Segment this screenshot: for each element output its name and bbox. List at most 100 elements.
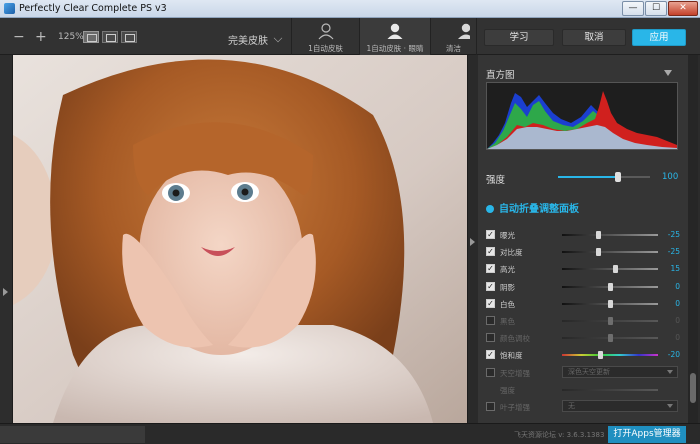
adjustment-row: ✓ 曝光 -25 xyxy=(486,228,681,242)
status-progress-area xyxy=(0,426,145,443)
adjustment-checkbox[interactable]: ✓ xyxy=(486,264,495,274)
divider xyxy=(476,18,477,55)
strength-slider-handle[interactable] xyxy=(614,172,621,182)
expand-left-icon[interactable] xyxy=(3,288,8,296)
adjustment-value: -25 xyxy=(667,230,680,239)
preset-auto-skin-button[interactable]: 1自动皮肤 xyxy=(292,18,359,55)
statusbar: 飞天资源论坛 v: 3.6.3.1383 打开Apps管理器 xyxy=(0,423,700,444)
adjustment-label: 强度 xyxy=(500,385,515,395)
adjustment-value: 0 xyxy=(675,298,680,308)
adjustment-slider-handle[interactable] xyxy=(608,282,613,291)
adjustment-checkbox[interactable]: ✓ xyxy=(486,281,495,291)
adjustment-checkbox[interactable] xyxy=(486,402,495,411)
adjustment-label: 颜色调校 xyxy=(500,334,530,344)
portrait-photo xyxy=(13,55,467,423)
minimize-button[interactable]: — xyxy=(622,1,644,16)
adjustment-row: 颜色调校 0 xyxy=(486,331,681,345)
panel-collapse-strip[interactable] xyxy=(467,55,478,423)
collapse-panel-icon[interactable] xyxy=(470,238,475,246)
adjustment-value: 0 xyxy=(675,333,680,343)
histogram-graph xyxy=(487,91,677,149)
adjustment-row: ✓ 饱和度 -20 xyxy=(486,348,681,362)
adjustment-select-row: 强度 xyxy=(486,383,681,397)
adjustments-panel: 直方图 强度 100 自动折叠调整面板 ✓ 曝光 -25 ✓ 对比度 -25 ✓ 高光 15 ✓ 阴… xyxy=(478,55,688,423)
section-dot-icon xyxy=(486,205,494,213)
split-view-button[interactable] xyxy=(102,31,118,43)
preset-dropdown[interactable]: 完美皮肤 xyxy=(228,32,268,47)
adjustment-row: ✓ 高光 15 xyxy=(486,262,681,276)
panel-scrollbar[interactable] xyxy=(688,55,698,423)
image-preview[interactable] xyxy=(13,55,467,423)
adjustment-slider[interactable] xyxy=(562,299,658,308)
adjustment-checkbox[interactable]: ✓ xyxy=(486,350,495,360)
adjustment-checkbox[interactable] xyxy=(486,333,495,343)
adjustment-checkbox[interactable]: ✓ xyxy=(486,247,495,257)
adjustment-slider-handle[interactable] xyxy=(608,299,613,308)
adjustment-slider-handle[interactable] xyxy=(612,265,618,274)
apply-button[interactable]: 应用 xyxy=(632,29,686,46)
adjustment-label: 阴影 xyxy=(500,282,515,292)
left-collapse-strip[interactable] xyxy=(0,55,13,423)
preset-auto-skin-eyes-label: 1自动皮肤 · 眼睛 xyxy=(366,44,424,53)
person-partial-icon xyxy=(457,23,470,39)
strength-fill xyxy=(558,176,618,178)
adjustment-select[interactable]: 无 xyxy=(562,400,678,412)
chevron-down-icon[interactable] xyxy=(273,33,283,43)
adjustment-value: -20 xyxy=(667,350,680,360)
histogram-title: 直方图 xyxy=(486,70,515,81)
app-icon xyxy=(4,3,15,14)
adjustment-slider[interactable] xyxy=(562,265,658,274)
side-by-side-view-button[interactable] xyxy=(121,31,137,43)
adjustment-label: 天空增强 xyxy=(500,368,530,378)
zoom-out-icon[interactable]: − xyxy=(13,29,25,45)
adjustment-value: -25 xyxy=(667,247,680,257)
adjustment-label: 叶子增强 xyxy=(500,403,530,412)
close-button[interactable]: ✕ xyxy=(668,1,698,16)
adjustment-slider[interactable] xyxy=(562,351,658,360)
adjustment-slider[interactable] xyxy=(562,282,658,291)
adjustment-slider-handle[interactable] xyxy=(596,248,602,257)
scrollbar-thumb[interactable] xyxy=(690,373,696,403)
adjustment-slider[interactable] xyxy=(562,231,658,239)
adjustment-label: 饱和度 xyxy=(500,351,523,361)
cancel-button[interactable]: 取消 xyxy=(562,29,626,46)
adjustment-row: ✓ 白色 0 xyxy=(486,297,681,311)
adjustment-slider[interactable] xyxy=(562,388,658,391)
adjustment-slider[interactable] xyxy=(562,248,658,257)
preset-clean-button[interactable]: 清洁 xyxy=(431,18,476,55)
preset-auto-skin-eyes-button[interactable]: 1自动皮肤 · 眼睛 xyxy=(360,18,430,55)
adjustment-slider[interactable] xyxy=(562,334,658,343)
adjustment-checkbox[interactable]: ✓ xyxy=(486,298,495,308)
single-view-button[interactable] xyxy=(83,31,99,43)
strength-value: 100 xyxy=(662,172,679,182)
adjustment-slider-handle[interactable] xyxy=(598,351,604,360)
adjustment-select-row: 叶子增强 无 xyxy=(486,400,681,414)
adjustment-select-row: 天空增强 深色天空更新 xyxy=(486,365,681,380)
adjustment-checkbox[interactable]: ✓ xyxy=(486,230,495,239)
adjustment-checkbox[interactable] xyxy=(486,316,495,325)
adjustment-label: 曝光 xyxy=(500,231,515,240)
adjustment-row: 黑色 0 xyxy=(486,314,681,328)
zoom-in-icon[interactable]: + xyxy=(35,29,47,45)
adjustment-slider-handle[interactable] xyxy=(608,334,613,343)
histogram-menu-icon[interactable] xyxy=(664,70,672,76)
open-apps-manager-button[interactable]: 打开Apps管理器 xyxy=(608,426,686,443)
adjustment-slider-handle[interactable] xyxy=(596,231,602,239)
adjustment-select[interactable]: 深色天空更新 xyxy=(562,365,678,378)
person-icon xyxy=(387,23,403,39)
learn-button[interactable]: 学习 xyxy=(484,29,554,46)
adjustment-label: 对比度 xyxy=(500,248,523,258)
adjustment-slider[interactable] xyxy=(562,317,658,325)
preset-clean-label: 清洁 xyxy=(446,44,461,53)
window-title: Perfectly Clear Complete PS v3 xyxy=(19,3,167,14)
adjustment-value: 0 xyxy=(675,281,680,291)
histogram xyxy=(486,82,678,150)
adjustment-value: 15 xyxy=(670,264,680,274)
section-header[interactable]: 自动折叠调整面板 xyxy=(486,200,579,215)
strength-slider[interactable] xyxy=(558,172,650,182)
adjustment-label: 黑色 xyxy=(500,317,515,326)
maximize-button[interactable]: ☐ xyxy=(645,1,667,16)
adjustment-slider-handle[interactable] xyxy=(608,317,613,325)
adjustment-checkbox[interactable] xyxy=(486,367,495,377)
version-text: 飞天资源论坛 v: 3.6.3.1383 xyxy=(514,431,605,439)
